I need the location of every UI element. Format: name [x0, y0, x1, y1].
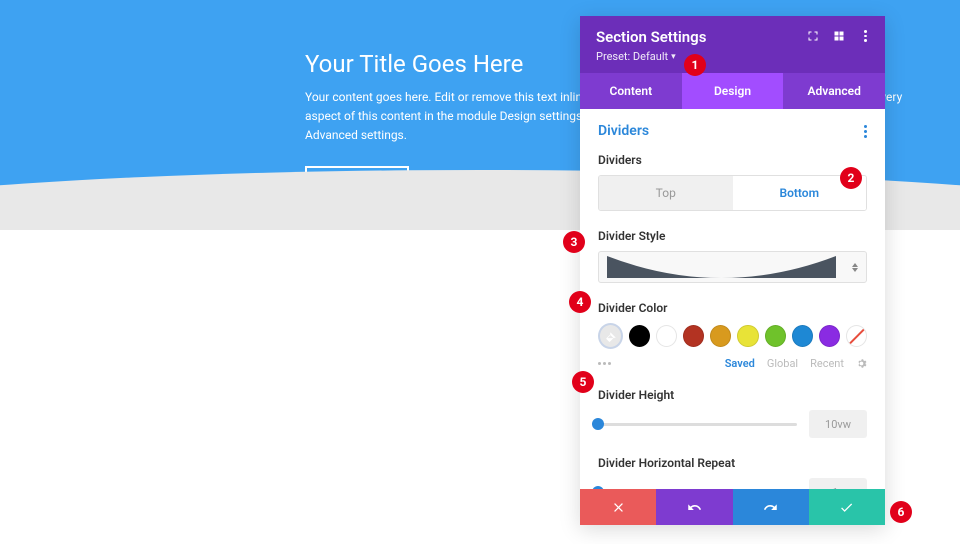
annotation-badge-4: 4 [569, 291, 591, 313]
swatch-black[interactable] [629, 325, 650, 347]
swatch-transparent[interactable] [846, 325, 867, 347]
swatch-orange[interactable] [710, 325, 731, 347]
color-settings-icon[interactable] [856, 358, 867, 369]
repeat-slider-row: 1x [598, 478, 867, 489]
repeat-field: Divider Horizontal Repeat 1x [598, 456, 867, 489]
more-icon[interactable] [859, 30, 871, 42]
color-field: Divider Color Saved Global Recent [598, 301, 867, 370]
header-icons [807, 30, 871, 42]
redo-button[interactable] [733, 489, 809, 525]
color-tab-recent[interactable]: Recent [810, 357, 844, 370]
swatch-blue[interactable] [792, 325, 813, 347]
undo-button[interactable] [656, 489, 732, 525]
height-slider-thumb[interactable] [592, 418, 604, 430]
color-tab-global[interactable]: Global [767, 357, 798, 370]
color-tabs-row: Saved Global Recent [598, 357, 867, 370]
swatch-green[interactable] [765, 325, 786, 347]
height-value[interactable]: 10vw [809, 410, 867, 438]
repeat-label: Divider Horizontal Repeat [598, 456, 867, 470]
swatch-purple[interactable] [819, 325, 840, 347]
color-more-icon[interactable] [598, 362, 611, 365]
tab-content[interactable]: Content [580, 73, 682, 109]
settings-panel: Section Settings Preset: Default Content… [580, 16, 885, 525]
section-menu-icon[interactable] [864, 125, 867, 138]
annotation-badge-2: 2 [840, 167, 862, 189]
cancel-button[interactable] [580, 489, 656, 525]
toggle-top[interactable]: Top [599, 176, 733, 210]
annotation-badge-1: 1 [684, 54, 706, 76]
panel-footer [580, 489, 885, 525]
panel-body: Dividers Dividers Top Bottom Divider Sty… [580, 109, 885, 489]
grid-icon[interactable] [833, 30, 845, 42]
height-slider-row: 10vw [598, 410, 867, 438]
annotation-badge-6: 6 [890, 501, 912, 523]
height-label: Divider Height [598, 388, 867, 402]
preset-dropdown[interactable]: Preset: Default [596, 50, 869, 63]
tab-advanced[interactable]: Advanced [783, 73, 885, 109]
panel-header: Section Settings Preset: Default [580, 16, 885, 73]
hero-cta-button[interactable]: Click Here [305, 166, 409, 201]
style-label: Divider Style [598, 229, 867, 243]
color-picker-button[interactable] [598, 323, 623, 349]
dividers-toggle: Top Bottom [598, 175, 867, 211]
style-select[interactable] [598, 251, 867, 283]
height-slider[interactable] [598, 423, 797, 426]
height-field: Divider Height 10vw [598, 388, 867, 438]
select-arrows-icon [852, 263, 858, 272]
swatch-yellow[interactable] [737, 325, 758, 347]
color-tab-saved[interactable]: Saved [725, 357, 755, 370]
color-label: Divider Color [598, 301, 867, 315]
swatch-red[interactable] [683, 325, 704, 347]
annotation-badge-5: 5 [572, 371, 594, 393]
section-title-row: Dividers [598, 123, 867, 139]
section-title: Dividers [598, 123, 649, 139]
style-field: Divider Style [598, 229, 867, 283]
color-swatches [598, 323, 867, 349]
swatch-white[interactable] [656, 325, 677, 347]
dividers-label: Dividers [598, 153, 867, 167]
expand-icon[interactable] [807, 30, 819, 42]
panel-tabs: Content Design Advanced [580, 73, 885, 109]
dividers-field: Dividers Top Bottom [598, 153, 867, 211]
repeat-value[interactable]: 1x [809, 478, 867, 489]
tab-design[interactable]: Design [682, 73, 784, 109]
save-button[interactable] [809, 489, 885, 525]
repeat-slider-thumb[interactable] [592, 486, 604, 489]
curve-shape-icon [607, 256, 836, 278]
annotation-badge-3: 3 [563, 231, 585, 253]
